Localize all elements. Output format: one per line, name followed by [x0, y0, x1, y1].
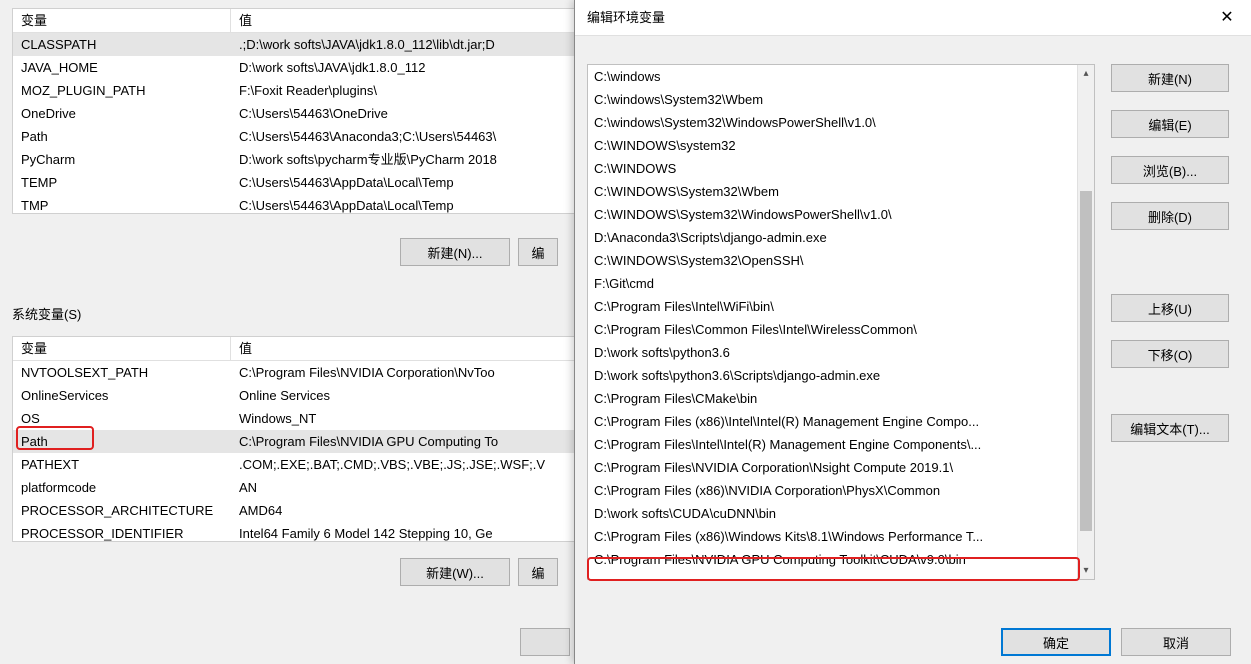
- dialog-side-buttons-3: 编辑文本(T)...: [1111, 414, 1229, 442]
- var-name-cell: TEMP: [13, 171, 231, 194]
- dialog-body: C:\windowsC:\windows\System32\WbemC:\win…: [575, 36, 1251, 664]
- list-item[interactable]: D:\work softs\CUDA\cuDNN\bin: [588, 502, 1094, 525]
- list-item[interactable]: C:\WINDOWS\System32\OpenSSH\: [588, 249, 1094, 272]
- list-item[interactable]: C:\windows\System32\Wbem: [588, 88, 1094, 111]
- scroll-thumb[interactable]: [1080, 191, 1092, 531]
- list-item[interactable]: C:\Program Files (x86)\Intel\Intel(R) Ma…: [588, 410, 1094, 433]
- var-name-cell: NVTOOLSEXT_PATH: [13, 361, 231, 384]
- scroll-up-icon[interactable]: ▴: [1078, 65, 1094, 82]
- var-name-cell: OS: [13, 407, 231, 430]
- col-header-variable[interactable]: 变量: [13, 9, 231, 32]
- list-item[interactable]: D:\work softs\python3.6: [588, 341, 1094, 364]
- delete-button[interactable]: 删除(D): [1111, 202, 1229, 230]
- var-name-cell: PROCESSOR_IDENTIFIER: [13, 522, 231, 541]
- col-header-variable[interactable]: 变量: [13, 337, 231, 360]
- var-name-cell: PyCharm: [13, 148, 231, 171]
- list-item[interactable]: C:\WINDOWS: [588, 157, 1094, 180]
- movedown-button[interactable]: 下移(O): [1111, 340, 1229, 368]
- list-item[interactable]: C:\WINDOWS\system32: [588, 134, 1094, 157]
- edittext-button[interactable]: 编辑文本(T)...: [1111, 414, 1229, 442]
- dialog-titlebar: 编辑环境变量 ✕: [575, 0, 1251, 36]
- dialog-side-buttons-2: 上移(U) 下移(O): [1111, 294, 1229, 368]
- list-item[interactable]: C:\WINDOWS\System32\Wbem: [588, 180, 1094, 203]
- list-item[interactable]: C:\windows: [588, 65, 1094, 88]
- list-item[interactable]: D:\work softs\python3.6\Scripts\django-a…: [588, 364, 1094, 387]
- scroll-down-icon[interactable]: ▾: [1078, 562, 1094, 579]
- dialog-side-buttons-1: 新建(N) 编辑(E) 浏览(B)... 删除(D): [1111, 64, 1229, 230]
- var-name-cell: Path: [13, 125, 231, 148]
- scrollbar[interactable]: ▴ ▾: [1077, 65, 1094, 579]
- var-name-cell: PATHEXT: [13, 453, 231, 476]
- var-name-cell: JAVA_HOME: [13, 56, 231, 79]
- new-button[interactable]: 新建(N): [1111, 64, 1229, 92]
- browse-button[interactable]: 浏览(B)...: [1111, 156, 1229, 184]
- edit-system-button-partial[interactable]: 编: [518, 558, 558, 586]
- dialog-bottom-buttons: 确定 取消: [1001, 628, 1231, 656]
- new-user-button[interactable]: 新建(N)...: [400, 238, 510, 266]
- path-list-inner: C:\windowsC:\windows\System32\WbemC:\win…: [588, 65, 1094, 571]
- list-item[interactable]: C:\Program Files\NVIDIA Corporation\Nsig…: [588, 456, 1094, 479]
- list-item[interactable]: C:\Program Files\Common Files\Intel\Wire…: [588, 318, 1094, 341]
- bottom-more-button: [520, 628, 570, 656]
- user-vars-buttons: 新建(N)... 编: [400, 238, 558, 266]
- list-item[interactable]: F:\Git\cmd: [588, 272, 1094, 295]
- var-name-cell: platformcode: [13, 476, 231, 499]
- edit-button[interactable]: 编辑(E): [1111, 110, 1229, 138]
- edit-env-dialog: 编辑环境变量 ✕ C:\windowsC:\windows\System32\W…: [574, 0, 1251, 664]
- system-vars-label: 系统变量(S): [12, 304, 81, 323]
- var-name-cell: TMP: [13, 194, 231, 213]
- list-item[interactable]: C:\Program Files (x86)\Windows Kits\8.1\…: [588, 525, 1094, 548]
- var-name-cell: CLASSPATH: [13, 33, 231, 56]
- list-item[interactable]: C:\Program Files\Intel\Intel(R) Manageme…: [588, 433, 1094, 456]
- dialog-title-text: 编辑环境变量: [587, 0, 665, 36]
- var-name-cell: PROCESSOR_ARCHITECTURE: [13, 499, 231, 522]
- ok-button[interactable]: 确定: [1001, 628, 1111, 656]
- close-icon[interactable]: ✕: [1215, 0, 1239, 36]
- edit-user-button-partial[interactable]: 编: [518, 238, 558, 266]
- list-item[interactable]: C:\Program Files (x86)\NVIDIA Corporatio…: [588, 479, 1094, 502]
- var-name-cell: MOZ_PLUGIN_PATH: [13, 79, 231, 102]
- list-item[interactable]: C:\WINDOWS\System32\WindowsPowerShell\v1…: [588, 203, 1094, 226]
- moveup-button[interactable]: 上移(U): [1111, 294, 1229, 322]
- path-listbox[interactable]: C:\windowsC:\windows\System32\WbemC:\win…: [587, 64, 1095, 580]
- new-system-button[interactable]: 新建(W)...: [400, 558, 510, 586]
- cancel-button[interactable]: 取消: [1121, 628, 1231, 656]
- var-name-cell: OnlineServices: [13, 384, 231, 407]
- var-name-cell: OneDrive: [13, 102, 231, 125]
- system-vars-buttons: 新建(W)... 编: [400, 558, 558, 586]
- var-name-cell: Path: [13, 430, 231, 453]
- list-item[interactable]: C:\Program Files\CMake\bin: [588, 387, 1094, 410]
- list-item[interactable]: C:\Program Files\Intel\WiFi\bin\: [588, 295, 1094, 318]
- list-item[interactable]: C:\Program Files\NVIDIA GPU Computing To…: [588, 548, 1094, 571]
- list-item[interactable]: C:\windows\System32\WindowsPowerShell\v1…: [588, 111, 1094, 134]
- list-item[interactable]: D:\Anaconda3\Scripts\django-admin.exe: [588, 226, 1094, 249]
- ok-bg-button[interactable]: [520, 628, 570, 656]
